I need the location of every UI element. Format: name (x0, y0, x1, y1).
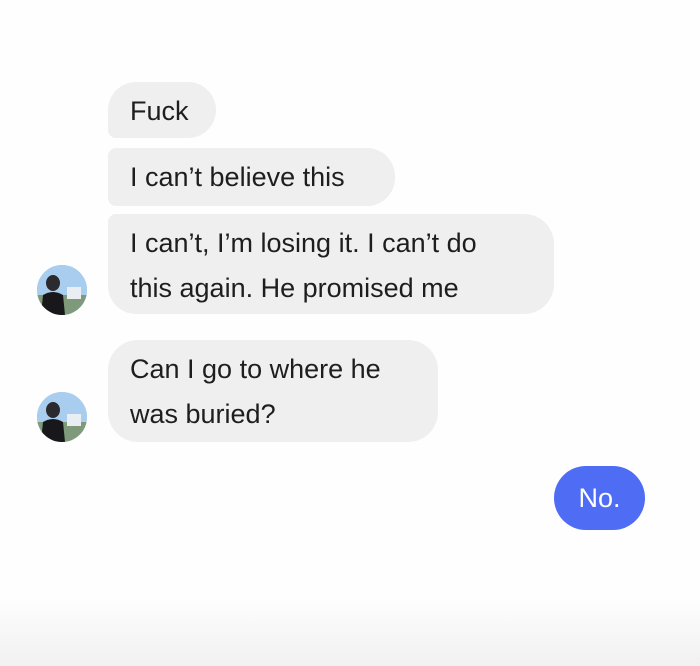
message-bubble-incoming[interactable]: I can’t, I’m losing it. I can’t do this … (108, 214, 554, 314)
message-bubble-incoming[interactable]: Can I go to where he was buried? (108, 340, 438, 442)
bottom-fade (0, 596, 700, 666)
message-text: was buried? (130, 399, 276, 429)
message-text: this again. He promised me (130, 273, 459, 303)
message-text: Can I go to where he (130, 354, 381, 384)
message-text: I can’t, I’m losing it. I can’t do (130, 228, 477, 258)
message-text: I can’t believe this (130, 162, 345, 192)
message-bubble-incoming[interactable]: Fuck (108, 82, 216, 138)
message-text: No. (578, 483, 621, 513)
person-avatar-icon[interactable] (37, 392, 87, 442)
message-text: Fuck (130, 96, 189, 126)
message-bubble-outgoing[interactable]: No. (554, 466, 645, 530)
chat-thread: Fuck I can’t believe this I can’t, I’m l… (0, 0, 700, 666)
person-avatar-icon[interactable] (37, 265, 87, 315)
message-bubble-incoming[interactable]: I can’t believe this (108, 148, 395, 206)
